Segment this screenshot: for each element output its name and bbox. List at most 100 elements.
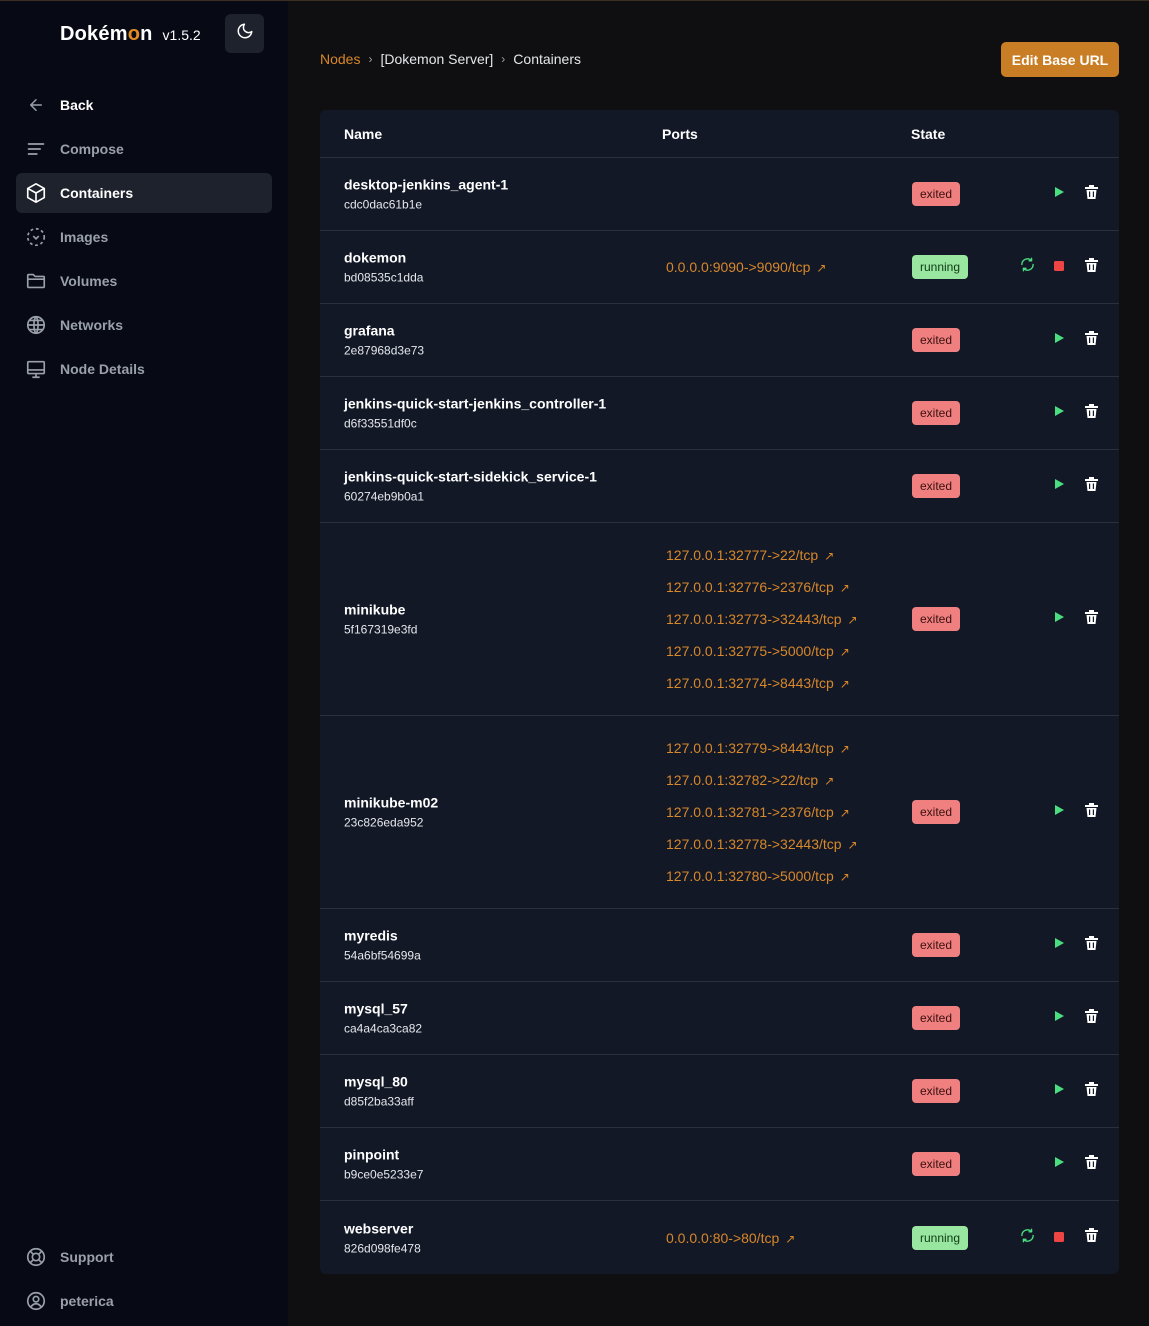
- port-link[interactable]: 127.0.0.1:32775->5000/tcp ↗: [666, 635, 858, 667]
- sidebar-item-networks[interactable]: Networks: [16, 305, 272, 345]
- edit-base-url-button[interactable]: Edit Base URL: [1001, 42, 1119, 77]
- table-row: mysql_57 ca4a4ca3ca82 exited: [320, 982, 1119, 1055]
- delete-button[interactable]: [1081, 935, 1101, 955]
- start-button[interactable]: [1049, 802, 1069, 822]
- external-link-icon: ↗: [839, 581, 850, 595]
- play-icon: [1053, 1082, 1065, 1100]
- external-link-icon: ↗: [839, 677, 850, 691]
- app-version: v1.5.2: [162, 27, 201, 43]
- table-row: desktop-jenkins_agent-1 cdc0dac61b1e exite…: [320, 158, 1119, 231]
- app-logo: Dokémon v1.5.2: [60, 23, 201, 46]
- sidebar-item-back[interactable]: Back: [16, 85, 272, 125]
- port-mapping: 127.0.0.1:32780->5000/tcp: [666, 868, 834, 884]
- external-link-icon: ↗: [839, 870, 850, 884]
- play-icon: [1053, 185, 1065, 203]
- port-link[interactable]: 127.0.0.1:32776->2376/tcp ↗: [666, 571, 858, 603]
- trash-icon: [1084, 403, 1098, 423]
- breadcrumb-nodes-link[interactable]: Nodes: [320, 51, 360, 67]
- stop-icon: [1054, 258, 1064, 276]
- delete-button[interactable]: [1081, 257, 1101, 277]
- cube-icon: [25, 182, 47, 204]
- trash-icon: [1084, 609, 1098, 629]
- port-link[interactable]: 127.0.0.1:32779->8443/tcp ↗: [666, 732, 858, 764]
- delete-button[interactable]: [1081, 476, 1101, 496]
- table-row: grafana 2e87968d3e73 exited: [320, 304, 1119, 377]
- start-button[interactable]: [1049, 184, 1069, 204]
- port-mapping: 127.0.0.1:32778->32443/tcp: [666, 836, 842, 852]
- trash-icon: [1084, 1081, 1098, 1101]
- port-link[interactable]: 127.0.0.1:32774->8443/tcp ↗: [666, 667, 858, 699]
- delete-button[interactable]: [1081, 1154, 1101, 1174]
- sidebar-item-label: Compose: [60, 141, 124, 157]
- port-link[interactable]: 127.0.0.1:32777->22/tcp ↗: [666, 539, 858, 571]
- delete-button[interactable]: [1081, 1081, 1101, 1101]
- main-content: Nodes › [Dokemon Server] › Containers Ed…: [288, 1, 1149, 1326]
- delete-button[interactable]: [1081, 609, 1101, 629]
- table-header: Name Ports State: [320, 110, 1119, 158]
- play-icon: [1053, 803, 1065, 821]
- sidebar-item-containers[interactable]: Containers: [16, 173, 272, 213]
- sidebar-item-volumes[interactable]: Volumes: [16, 261, 272, 301]
- chevron-right-icon: ›: [501, 52, 506, 66]
- stop-icon: [1054, 1229, 1064, 1247]
- table-row: webserver 826d098fe478 0.0.0.0:80->80/tcp ↗…: [320, 1201, 1119, 1274]
- sidebar-item-compose[interactable]: Compose: [16, 129, 272, 169]
- port-link[interactable]: 127.0.0.1:32778->32443/tcp ↗: [666, 828, 858, 860]
- sidebar-item-node-details[interactable]: Node Details: [16, 349, 272, 389]
- delete-button[interactable]: [1081, 330, 1101, 350]
- sidebar-item-label: Back: [60, 97, 94, 113]
- start-button[interactable]: [1049, 476, 1069, 496]
- row-actions: [320, 1081, 1119, 1101]
- restart-button[interactable]: [1017, 1228, 1037, 1248]
- external-link-icon: ↗: [824, 774, 835, 788]
- row-actions: [320, 1008, 1119, 1028]
- delete-button[interactable]: [1081, 184, 1101, 204]
- restart-icon: [1020, 257, 1035, 277]
- trash-icon: [1084, 935, 1098, 955]
- sidebar-item-label: peterica: [60, 1293, 114, 1309]
- table-row: jenkins-quick-start-sidekick_service-1 60…: [320, 450, 1119, 523]
- restart-button[interactable]: [1017, 257, 1037, 277]
- sidebar-item-label: Volumes: [60, 273, 118, 289]
- start-button[interactable]: [1049, 935, 1069, 955]
- trash-icon: [1084, 257, 1098, 277]
- arrow-left-icon: [25, 94, 47, 116]
- start-button[interactable]: [1049, 1154, 1069, 1174]
- external-link-icon: ↗: [839, 645, 850, 659]
- delete-button[interactable]: [1081, 403, 1101, 423]
- delete-button[interactable]: [1081, 1228, 1101, 1248]
- sidebar-item-support[interactable]: Support: [16, 1237, 272, 1277]
- port-mapping: 127.0.0.1:32775->5000/tcp: [666, 643, 834, 659]
- external-link-icon: ↗: [839, 742, 850, 756]
- start-button[interactable]: [1049, 1081, 1069, 1101]
- sidebar-item-user[interactable]: peterica: [16, 1281, 272, 1321]
- sidebar-item-label: Containers: [60, 185, 134, 201]
- sidebar-item-label: Support: [60, 1249, 114, 1265]
- moon-icon: [236, 22, 254, 45]
- delete-button[interactable]: [1081, 802, 1101, 822]
- stop-button[interactable]: [1049, 257, 1069, 277]
- sidebar-item-images[interactable]: Images: [16, 217, 272, 257]
- start-button[interactable]: [1049, 330, 1069, 350]
- chevron-right-icon: ›: [368, 52, 373, 66]
- start-button[interactable]: [1049, 403, 1069, 423]
- breadcrumb-current: Containers: [513, 51, 581, 67]
- table-row: minikube-m02 23c826eda952 127.0.0.1:32779-…: [320, 716, 1119, 909]
- theme-toggle-button[interactable]: [225, 14, 264, 53]
- app-name: Dokémon: [60, 23, 153, 45]
- lines-icon: [25, 138, 47, 160]
- folder-icon: [25, 270, 47, 292]
- delete-button[interactable]: [1081, 1008, 1101, 1028]
- table-row: jenkins-quick-start-jenkins_controller-1…: [320, 377, 1119, 450]
- start-button[interactable]: [1049, 609, 1069, 629]
- row-actions: [320, 1154, 1119, 1174]
- stop-button[interactable]: [1049, 1228, 1069, 1248]
- play-icon: [1053, 331, 1065, 349]
- port-link[interactable]: 127.0.0.1:32780->5000/tcp ↗: [666, 860, 858, 892]
- trash-icon: [1084, 1228, 1098, 1247]
- port-link[interactable]: 127.0.0.1:32782->22/tcp ↗: [666, 764, 858, 796]
- start-button[interactable]: [1049, 1008, 1069, 1028]
- trash-icon: [1084, 476, 1098, 496]
- dashed-image-icon: [25, 226, 47, 248]
- trash-icon: [1084, 1008, 1098, 1028]
